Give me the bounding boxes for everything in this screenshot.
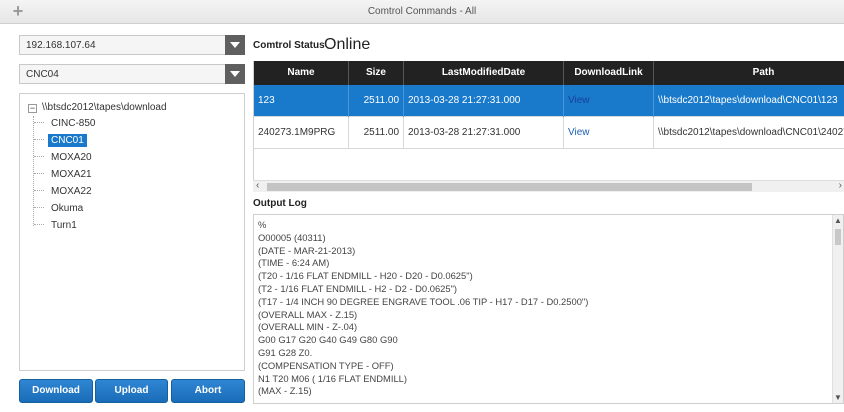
collapse-icon[interactable]: −	[28, 104, 37, 113]
chevron-down-icon[interactable]	[225, 35, 245, 55]
tree-root[interactable]: − \\btsdc2012\tapes\download	[28, 102, 167, 113]
output-log-text: % O00005 (40311) (DATE - MAR-21-2013) (T…	[258, 219, 588, 398]
column-header-name[interactable]: Name	[254, 61, 349, 85]
upload-button[interactable]: Upload	[95, 379, 168, 403]
file-grid: Name Size LastModifiedDate DownloadLink …	[253, 61, 844, 180]
log-line: (MAX - Z.15)	[258, 385, 312, 397]
log-line: O00005 (40311)	[258, 231, 326, 243]
log-line: (OVERALL MIN - Z-.04)	[258, 321, 358, 333]
vertical-scrollbar[interactable]: ▲ ▼	[832, 215, 843, 403]
cell-name: 240273.1M9PRG	[254, 117, 349, 149]
machine-select[interactable]: CNC04	[19, 64, 245, 84]
output-log-label: Output Log	[253, 198, 307, 209]
cell-name: 123	[254, 85, 349, 117]
tree-item-cinc-850[interactable]: CINC-850	[34, 118, 98, 132]
horizontal-scrollbar[interactable]: ‹ ›	[253, 180, 844, 192]
status-value: Online	[324, 36, 371, 53]
tree-item-label: MOXA21	[51, 169, 92, 180]
column-header-downloadlink[interactable]: DownloadLink	[564, 61, 654, 85]
log-line: (T20 - 1/16 FLAT ENDMILL - H20 - D20 - D…	[258, 270, 473, 282]
cell-date: 2013-03-28 21:27:31.000	[404, 117, 564, 149]
abort-button[interactable]: Abort	[171, 379, 245, 403]
scrollbar-thumb[interactable]	[835, 229, 841, 245]
machine-value: CNC04	[26, 69, 59, 80]
table-row[interactable]: 240273.1M9PRG 2511.00 2013-03-28 21:27:3…	[254, 117, 844, 149]
log-line: (DATE - MAR-21-2013)	[258, 244, 356, 256]
tree-item-label: Okuma	[51, 203, 84, 214]
tree-item-label: CNC01	[48, 134, 87, 147]
title-bar: + Comtrol Commands - All	[0, 0, 844, 24]
log-line: (OVERALL MAX - Z.15)	[258, 308, 358, 320]
tree-item-okuma[interactable]: Okuma	[34, 203, 86, 217]
tree-item-moxa22[interactable]: MOXA22	[34, 186, 95, 200]
download-button[interactable]: Download	[19, 379, 93, 403]
cell-size: 2511.00	[349, 117, 404, 149]
cell-date: 2013-03-28 21:27:31.000	[404, 85, 564, 117]
log-line: G91 G28 Z0.	[258, 346, 313, 358]
log-line: %	[258, 219, 267, 230]
folder-tree: − \\btsdc2012\tapes\download CINC-850 CNC…	[19, 93, 245, 371]
tree-item-cnc01[interactable]: CNC01	[34, 134, 87, 149]
output-log[interactable]: % O00005 (40311) (DATE - MAR-21-2013) (T…	[253, 214, 844, 404]
log-line: (COMPENSATION TYPE - OFF)	[258, 359, 394, 371]
tree-item-turn1[interactable]: Turn1	[34, 220, 80, 234]
column-header-size[interactable]: Size	[349, 61, 404, 85]
ip-address-select[interactable]: 192.168.107.64	[19, 35, 245, 55]
view-link[interactable]: View	[564, 117, 654, 149]
status-label: Comtrol Status	[253, 40, 325, 51]
log-line: (T2 - 1/16 FLAT ENDMILL - H2 - D2 - D0.0…	[258, 282, 458, 294]
cell-path: \\btsdc2012\tapes\download\CNC01\123	[654, 85, 844, 117]
scroll-left-icon[interactable]: ‹	[256, 180, 259, 191]
log-line: (T17 - 1/4 INCH 90 DEGREE ENGRAVE TOOL .…	[258, 295, 589, 307]
log-line: (TIME - 6:24 AM)	[258, 257, 330, 269]
ip-address-value: 192.168.107.64	[26, 40, 96, 51]
cell-size: 2511.00	[349, 85, 404, 117]
tree-item-label: CINC-850	[51, 118, 96, 129]
view-link[interactable]: View	[564, 85, 654, 117]
scroll-right-icon[interactable]: ›	[839, 180, 842, 191]
log-line: G00 G17 G20 G40 G49 G80 G90	[258, 334, 398, 346]
cell-path: \\btsdc2012\tapes\download\CNC01\240273	[654, 117, 844, 149]
scroll-down-icon[interactable]: ▼	[834, 393, 842, 402]
tree-item-label: MOXA22	[51, 186, 92, 197]
scrollbar-thumb[interactable]	[267, 183, 752, 191]
log-line: N1 T20 M06 ( 1/16 FLAT ENDMILL)	[258, 372, 408, 384]
tree-item-moxa20[interactable]: MOXA20	[34, 152, 95, 166]
tree-root-label: \\btsdc2012\tapes\download	[42, 102, 167, 113]
column-header-path[interactable]: Path	[654, 61, 844, 85]
window-title: Comtrol Commands - All	[367, 6, 477, 17]
tree-item-label: MOXA20	[51, 152, 92, 163]
scroll-up-icon[interactable]: ▲	[834, 216, 842, 225]
tree-item-moxa21[interactable]: MOXA21	[34, 169, 95, 183]
tree-item-label: Turn1	[51, 220, 77, 231]
chevron-down-icon[interactable]	[225, 64, 245, 84]
table-row[interactable]: 123 2511.00 2013-03-28 21:27:31.000 View…	[254, 85, 844, 117]
column-header-lastmodifieddate[interactable]: LastModifiedDate	[404, 61, 564, 85]
